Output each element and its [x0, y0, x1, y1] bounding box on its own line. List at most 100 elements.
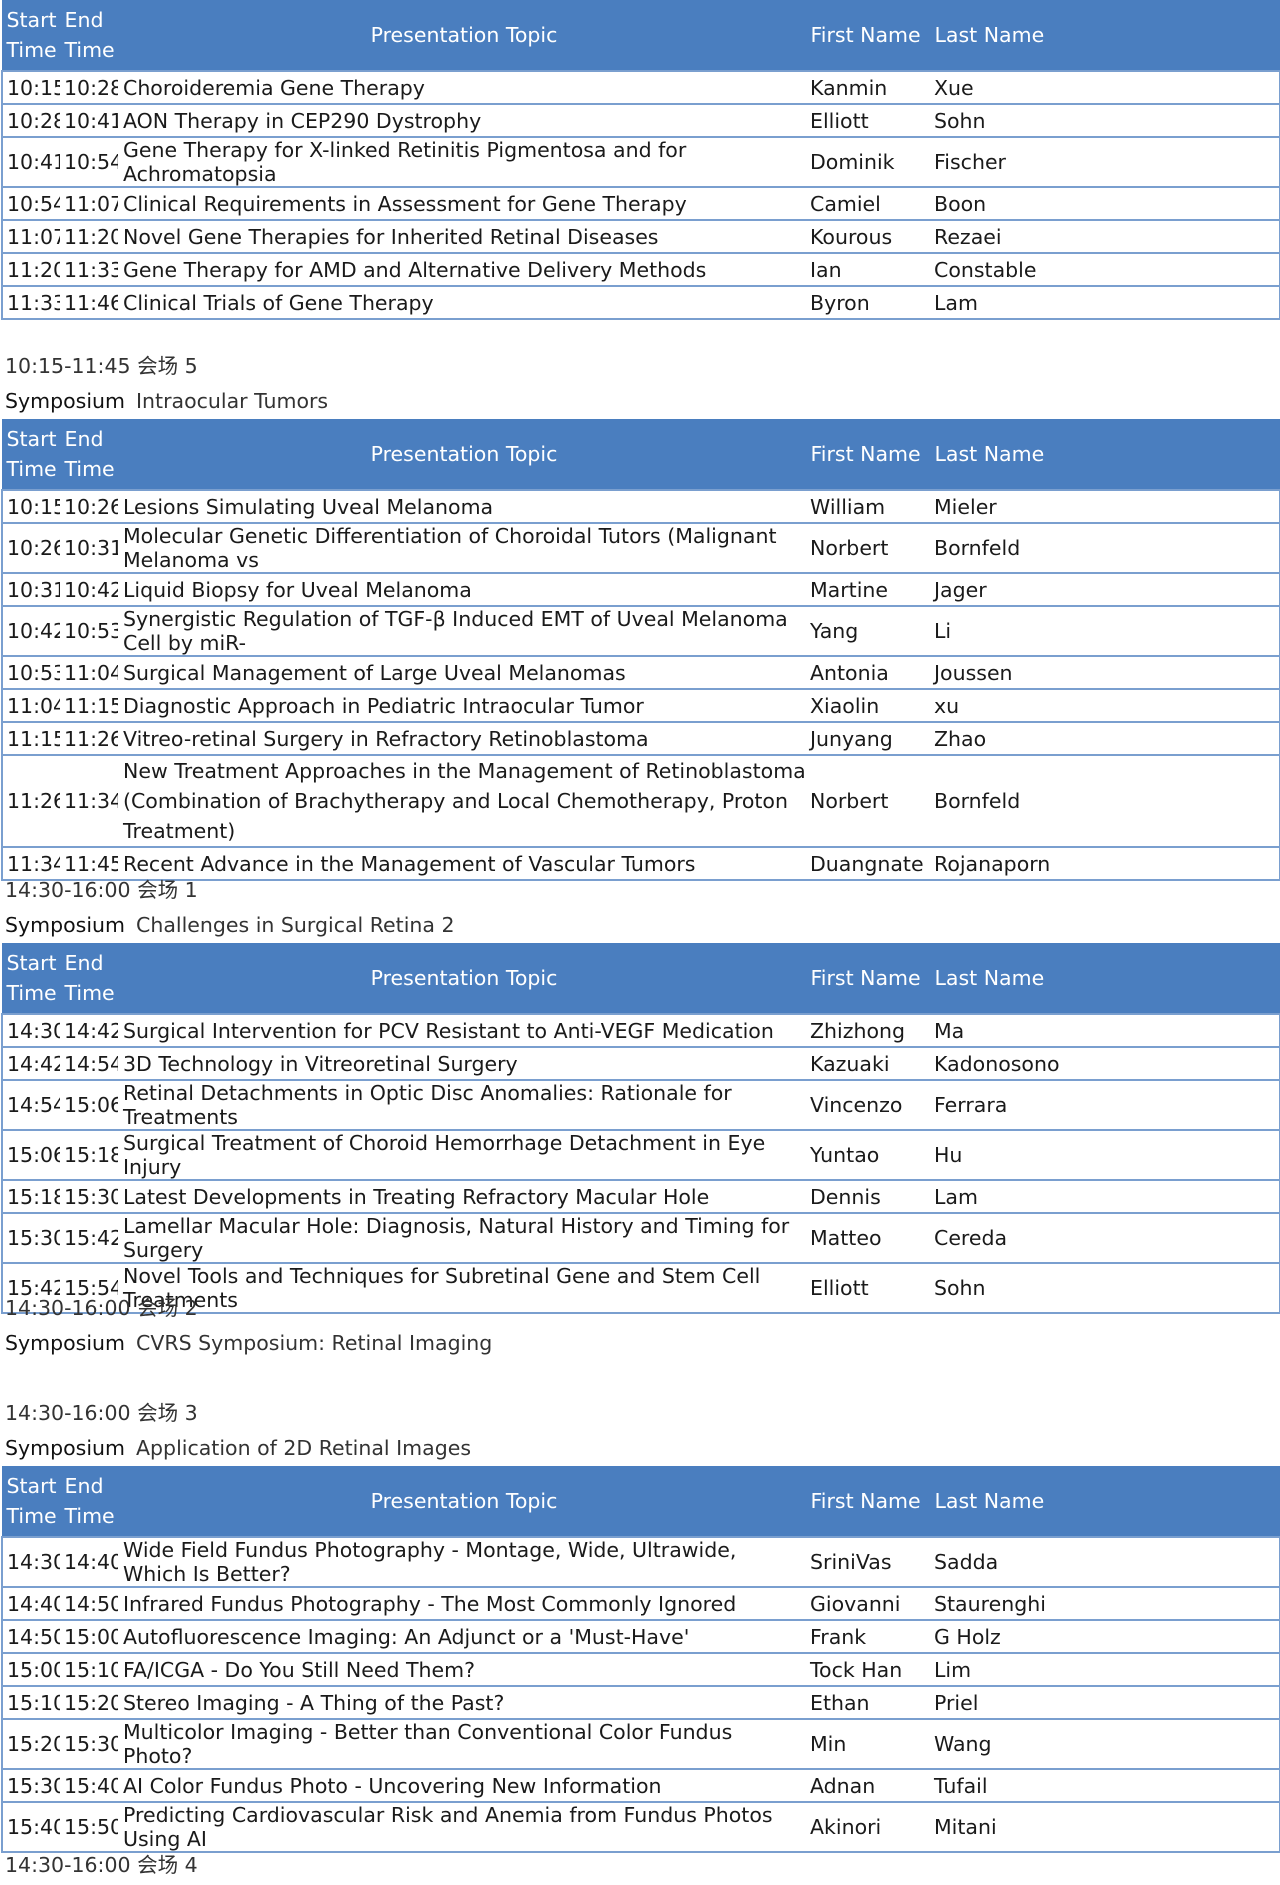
table-row: 14:5415:06Retinal Detachments in Optic D… — [1, 1079, 1280, 1131]
session-title: Challenges in Surgical Retina 2 — [136, 913, 455, 937]
table-row: 15:1015:20Stereo Imaging - A Thing of th… — [1, 1685, 1280, 1720]
first-name: Ian — [806, 252, 930, 287]
start-time: 15:40 — [1, 1801, 60, 1853]
end-time-header: End Time — [59, 419, 119, 490]
table-row: 15:0015:10FA/ICGA - Do You Still Need Th… — [1, 1652, 1280, 1687]
start-time: 10:53 — [1, 655, 60, 690]
end-time: 11:15 — [60, 688, 118, 723]
start-time: 11:34 — [1, 846, 60, 881]
table-row: 10:5311:04Surgical Management of Large U… — [1, 655, 1280, 690]
first-name: Junyang — [806, 721, 930, 756]
start-time: 14:40 — [1, 1586, 60, 1621]
end-time: 15:10 — [60, 1652, 118, 1687]
start-time: 11:26 — [1, 754, 60, 848]
start-time: 10:15 — [1, 489, 60, 524]
start-time: 10:54 — [1, 186, 60, 221]
end-time: 15:30 — [60, 1718, 118, 1770]
table-row: 15:3015:40AI Color Fundus Photo - Uncove… — [1, 1768, 1280, 1803]
end-time-header: End Time — [59, 0, 119, 71]
session-room-time: 14:30-16:00 会场 3 — [5, 1401, 198, 1425]
end-time: 10:31 — [60, 522, 118, 574]
first-name: Duangnate — [806, 846, 930, 881]
last-name: Wang — [930, 1718, 1280, 1770]
presentation-topic: 3D Technology in Vitreoretinal Surgery — [118, 1046, 806, 1081]
end-time: 10:41 — [60, 103, 118, 138]
last-name: Sadda — [930, 1536, 1280, 1588]
end-time: 15:42 — [60, 1212, 118, 1264]
first-name: Elliott — [806, 1262, 930, 1314]
last-name: Xue — [930, 70, 1280, 105]
last-name: xu — [930, 688, 1280, 723]
presentation-topic: Gene Therapy for AMD and Alternative Del… — [118, 252, 806, 287]
first-name: Matteo — [806, 1212, 930, 1264]
end-time: 11:26 — [60, 721, 118, 756]
session-room-time: 14:30-16:00 会场 1 — [5, 878, 198, 902]
session-table: Start Time End Time Presentation Topic Fir… — [1, 419, 1280, 881]
topic-header: Presentation Topic — [117, 0, 807, 71]
presentation-topic: Predicting Cardiovascular Risk and Anemi… — [118, 1801, 806, 1853]
presentation-topic: Latest Developments in Treating Refracto… — [118, 1179, 806, 1214]
first-name: Norbert — [806, 522, 930, 574]
session-room-time: 14:30-16:00 会场 2 — [5, 1296, 198, 1320]
first-name: Frank — [806, 1619, 930, 1654]
presentation-topic: Clinical Trials of Gene Therapy — [118, 285, 806, 320]
last-name: Ferrara — [930, 1079, 1280, 1131]
start-time: 10:31 — [1, 572, 60, 607]
table-row: 10:4110:54Gene Therapy for X-linked Reti… — [1, 136, 1280, 188]
start-time: 14:30 — [1, 1013, 60, 1048]
table-row: 14:4014:50Infrared Fundus Photography - … — [1, 1586, 1280, 1621]
start-time: 10:42 — [1, 605, 60, 657]
presentation-topic: Infrared Fundus Photography - The Most C… — [118, 1586, 806, 1621]
first-name: Akinori — [806, 1801, 930, 1853]
presentation-topic: AON Therapy in CEP290 Dystrophy — [118, 103, 806, 138]
session-title: CVRS Symposium: Retinal Imaging — [136, 1331, 493, 1355]
table-row: 11:3311:46Clinical Trials of Gene Therap… — [1, 285, 1280, 320]
table-row: 14:5015:00Autofluorescence Imaging: An A… — [1, 1619, 1280, 1654]
end-time: 15:20 — [60, 1685, 118, 1720]
presentation-topic: Surgical Intervention for PCV Resistant … — [118, 1013, 806, 1048]
last-name: Sohn — [930, 1262, 1280, 1314]
first-name: Camiel — [806, 186, 930, 221]
session-type: Symposium — [5, 1436, 126, 1460]
last-name: Bornfeld — [930, 522, 1280, 574]
last-name: Zhao — [930, 721, 1280, 756]
table-row: 11:0411:15Diagnostic Approach in Pediatr… — [1, 688, 1280, 723]
start-time: 15:18 — [1, 1179, 60, 1214]
first-name: Kourous — [806, 219, 930, 254]
last-name-header: Last Name — [929, 1466, 1280, 1537]
first-name: Byron — [806, 285, 930, 320]
last-name: Constable — [930, 252, 1280, 287]
last-name-header: Last Name — [929, 419, 1280, 490]
presentation-topic: New Treatment Approaches in the Manageme… — [118, 754, 806, 848]
presentation-topic: Synergistic Regulation of TGF-β Induced … — [118, 605, 806, 657]
last-name-header: Last Name — [929, 943, 1280, 1014]
table-row: 11:3411:45Recent Advance in the Manageme… — [1, 846, 1280, 881]
start-time: 15:30 — [1, 1768, 60, 1803]
presentation-topic: Vitreo-retinal Surgery in Refractory Ret… — [118, 721, 806, 756]
end-time: 11:07 — [60, 186, 118, 221]
table-row: 11:2611:34New Treatment Approaches in th… — [1, 754, 1280, 848]
last-name: Fischer — [930, 136, 1280, 188]
end-time: 11:33 — [60, 252, 118, 287]
start-time: 11:15 — [1, 721, 60, 756]
first-name: Vincenzo — [806, 1079, 930, 1131]
last-name: Hu — [930, 1129, 1280, 1181]
table-row: 10:2810:41AON Therapy in CEP290 Dystroph… — [1, 103, 1280, 138]
end-time: 15:30 — [60, 1179, 118, 1214]
end-time: 15:06 — [60, 1079, 118, 1131]
table-header-row: Start Time End Time Presentation Topic Fir… — [1, 943, 1280, 1014]
start-time: 10:41 — [1, 136, 60, 188]
start-time: 14:50 — [1, 1619, 60, 1654]
table-row: 10:3110:42Liquid Biopsy for Uveal Melano… — [1, 572, 1280, 607]
presentation-topic: Molecular Genetic Differentiation of Cho… — [118, 522, 806, 574]
table-row: 15:3015:42Lamellar Macular Hole: Diagnos… — [1, 1212, 1280, 1264]
end-time: 10:53 — [60, 605, 118, 657]
table-header-row: Start Time End Time Presentation Topic Fir… — [1, 419, 1280, 490]
start-time: 11:04 — [1, 688, 60, 723]
end-time: 11:04 — [60, 655, 118, 690]
table-row: 10:5411:07Clinical Requirements in Asses… — [1, 186, 1280, 221]
start-time: 15:20 — [1, 1718, 60, 1770]
topic-header: Presentation Topic — [117, 943, 807, 1014]
session-table: Start Time End Time Presentation Topic Fir… — [1, 943, 1280, 1314]
presentation-topic: Lamellar Macular Hole: Diagnosis, Natura… — [118, 1212, 806, 1264]
